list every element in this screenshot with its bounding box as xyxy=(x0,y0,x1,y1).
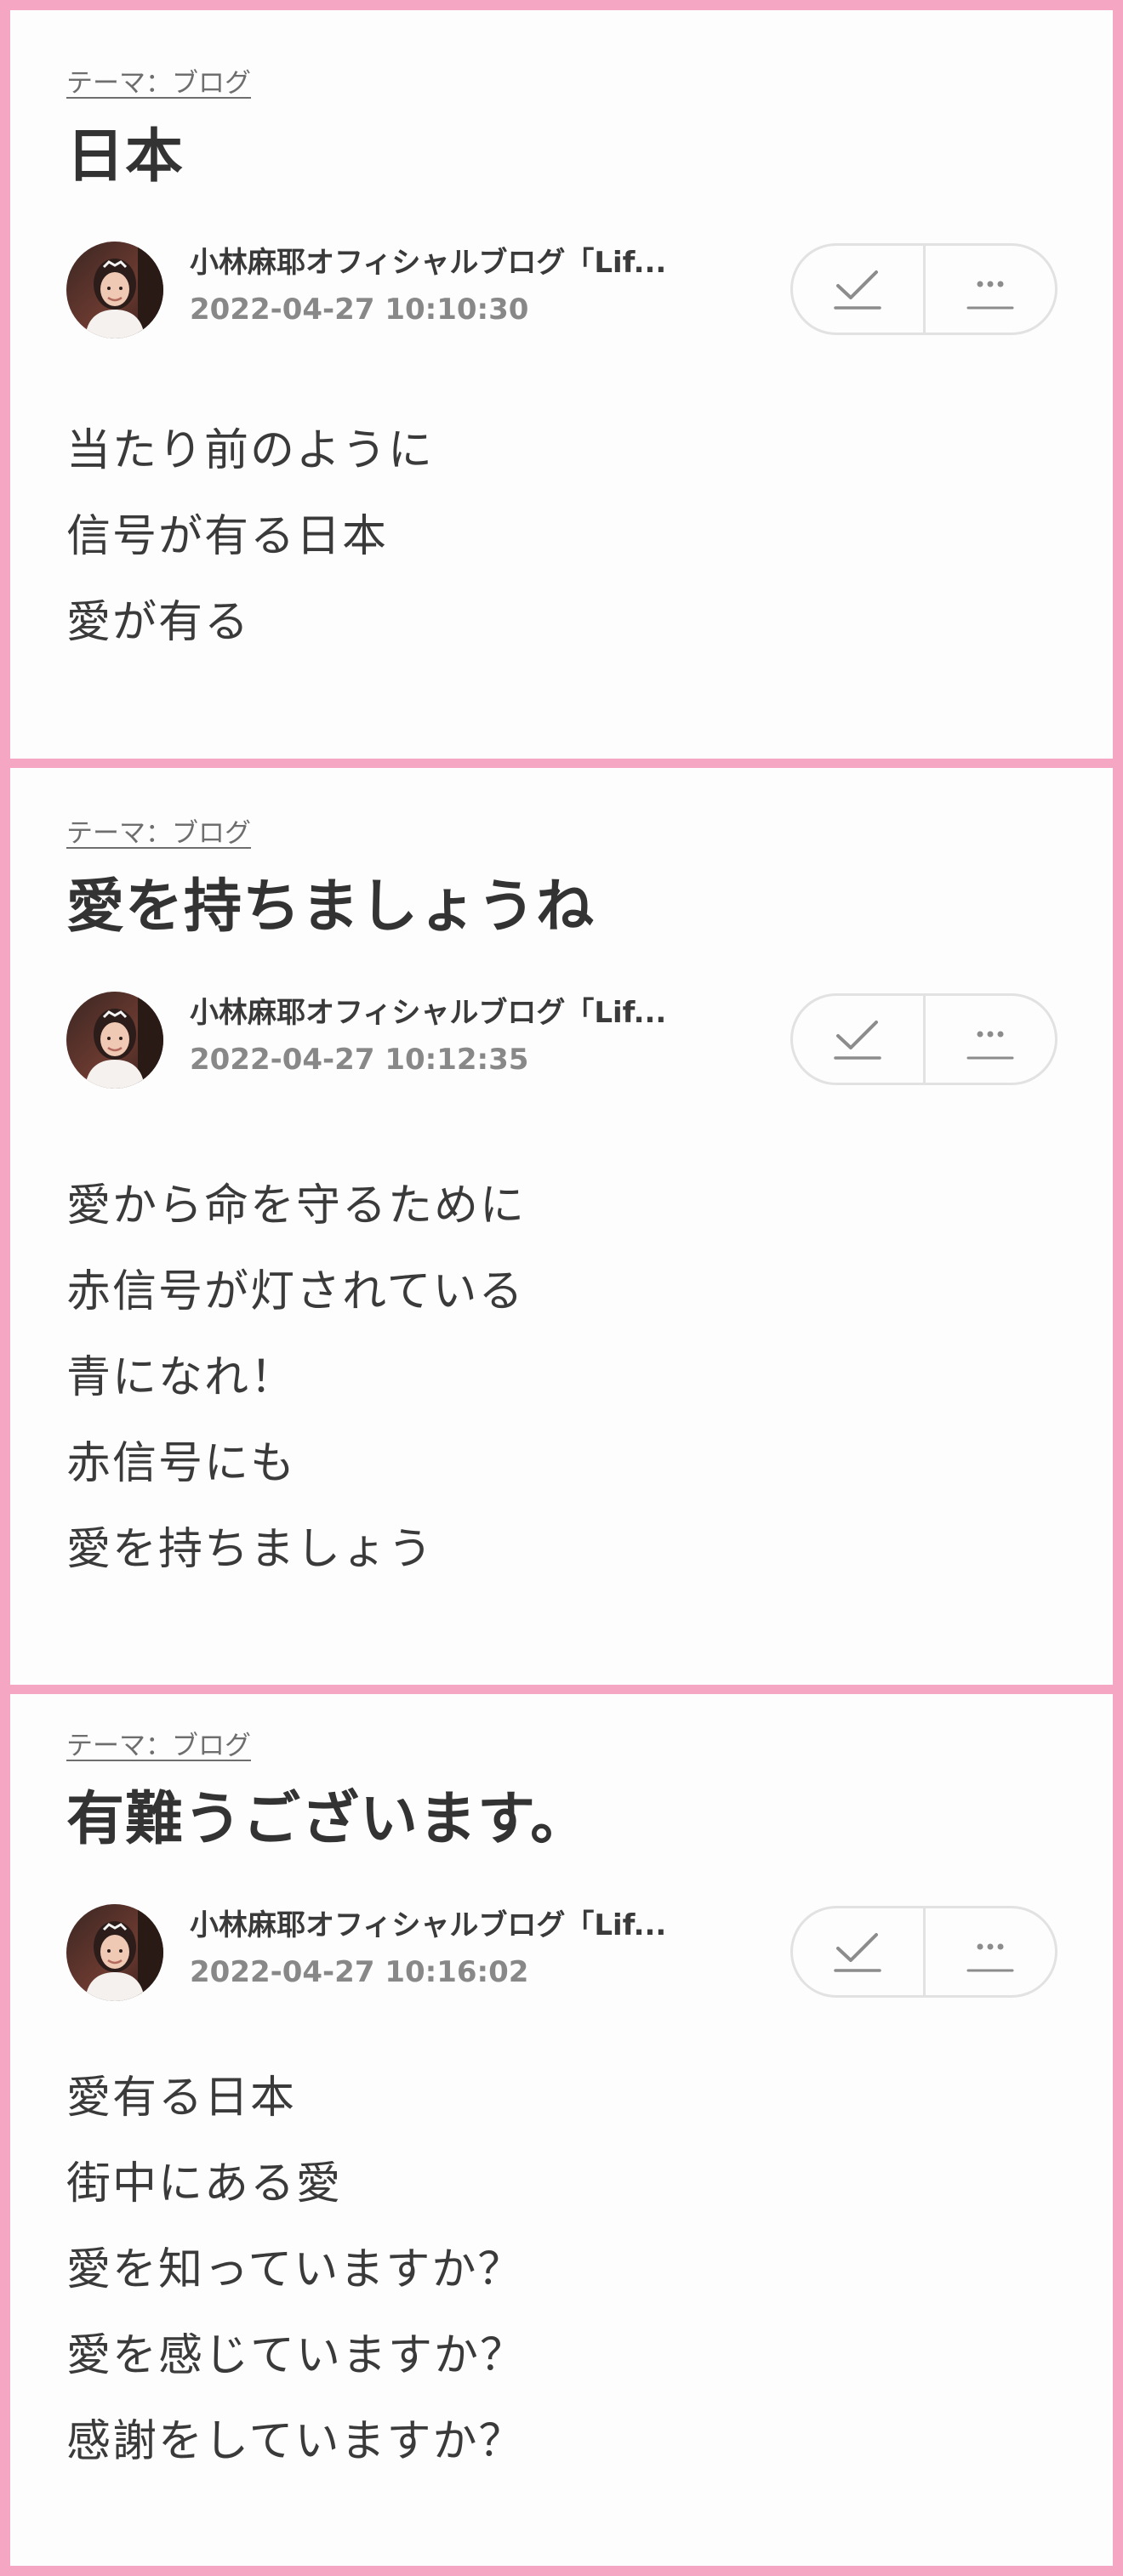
author-meta: 小林麻耶オフィシャルブログ「Lif... 2022-04-27 10:16:02 xyxy=(190,1906,751,1991)
post-body: 愛有る日本 街中にある愛 愛を知っていますか？ 愛を感じていますか？ 感謝をして… xyxy=(66,2056,1079,2485)
post-title[interactable]: 日本 xyxy=(66,119,1079,196)
body-line: 愛を持ちましょう xyxy=(66,1524,435,1575)
more-icon xyxy=(966,1943,1014,1972)
post-date: 2022-04-27 10:12:35 xyxy=(190,1043,529,1077)
author-name[interactable]: 小林麻耶オフィシャルブログ「Lif... xyxy=(190,1906,751,1945)
avatar-photo-icon xyxy=(66,242,163,338)
body-line: 愛を感じていますか？ xyxy=(66,2330,527,2381)
blog-post-card: テーマ：ブログ 愛を持ちましょうね 小林麻耶オフィシャルブログ「Lif... 2… xyxy=(10,768,1113,1685)
post-date: 2022-04-27 10:10:30 xyxy=(190,293,529,327)
body-line: 感謝をしていますか？ xyxy=(66,2416,525,2467)
reblog-button[interactable] xyxy=(793,246,923,333)
body-line: 愛から命を守るために xyxy=(66,1180,527,1231)
author-meta: 小林麻耶オフィシャルブログ「Lif... 2022-04-27 10:10:30 xyxy=(190,243,751,328)
avatar-photo-icon xyxy=(66,992,163,1089)
post-title[interactable]: 有難うございます。 xyxy=(66,1782,1079,1858)
body-line: 愛を知っていますか？ xyxy=(66,2244,524,2295)
post-body: 当たり前のように 信号が有る日本 愛が有る xyxy=(66,408,1079,666)
post-date: 2022-04-27 10:16:02 xyxy=(190,1955,529,1989)
blog-post-card: テーマ：ブログ 日本 小林麻耶オフィシャルブログ「Lif... 2022-04-… xyxy=(10,10,1113,759)
theme-link[interactable]: テーマ：ブログ xyxy=(66,1729,251,1763)
blog-post-card: テーマ：ブログ 有難うございます。 小林麻耶オフィシャルブログ「Lif... 2… xyxy=(10,1694,1113,2566)
more-icon xyxy=(966,281,1014,310)
check-icon xyxy=(834,270,881,310)
author-avatar[interactable] xyxy=(66,1904,163,2001)
post-title[interactable]: 愛を持ちましょうね xyxy=(66,869,1079,946)
author-row: 小林麻耶オフィシャルブログ「Lif... 2022-04-27 10:16:02 xyxy=(66,1904,1079,2006)
post-action-group xyxy=(790,993,1057,1085)
post-body: 愛から命を守るために 赤信号が灯されている 青になれ！ 赤信号にも 愛を持ちまし… xyxy=(66,1163,1079,1593)
body-line: 街中にある愛 xyxy=(66,2158,343,2209)
theme-link[interactable]: テーマ：ブログ xyxy=(66,816,251,850)
body-line: 愛が有る xyxy=(66,597,251,648)
more-button[interactable] xyxy=(922,996,1056,1083)
body-line: 青になれ！ xyxy=(66,1352,297,1403)
more-button[interactable] xyxy=(922,246,1056,333)
body-line: 赤信号が灯されている xyxy=(66,1266,525,1317)
author-avatar[interactable] xyxy=(66,992,163,1089)
body-line: 当たり前のように xyxy=(66,425,435,476)
post-action-group xyxy=(790,1906,1057,1998)
author-row: 小林麻耶オフィシャルブログ「Lif... 2022-04-27 10:10:30 xyxy=(66,242,1079,344)
avatar-photo-icon xyxy=(66,1904,163,2001)
check-icon xyxy=(834,1021,881,1060)
post-action-group xyxy=(790,243,1057,335)
more-icon xyxy=(966,1031,1014,1060)
more-button[interactable] xyxy=(922,1908,1056,1995)
author-name[interactable]: 小林麻耶オフィシャルブログ「Lif... xyxy=(190,993,751,1032)
body-line: 愛有る日本 xyxy=(66,2073,297,2124)
author-meta: 小林麻耶オフィシャルブログ「Lif... 2022-04-27 10:12:35 xyxy=(190,993,751,1078)
body-line: 信号が有る日本 xyxy=(66,511,389,562)
blog-feed: テーマ：ブログ 日本 小林麻耶オフィシャルブログ「Lif... 2022-04-… xyxy=(0,0,1123,2576)
author-row: 小林麻耶オフィシャルブログ「Lif... 2022-04-27 10:12:35 xyxy=(66,992,1079,1094)
reblog-button[interactable] xyxy=(793,996,923,1083)
check-icon xyxy=(834,1933,881,1972)
body-line: 赤信号にも xyxy=(66,1438,297,1489)
author-avatar[interactable] xyxy=(66,242,163,338)
theme-link[interactable]: テーマ：ブログ xyxy=(66,66,251,100)
reblog-button[interactable] xyxy=(793,1908,923,1995)
author-name[interactable]: 小林麻耶オフィシャルブログ「Lif... xyxy=(190,243,751,282)
